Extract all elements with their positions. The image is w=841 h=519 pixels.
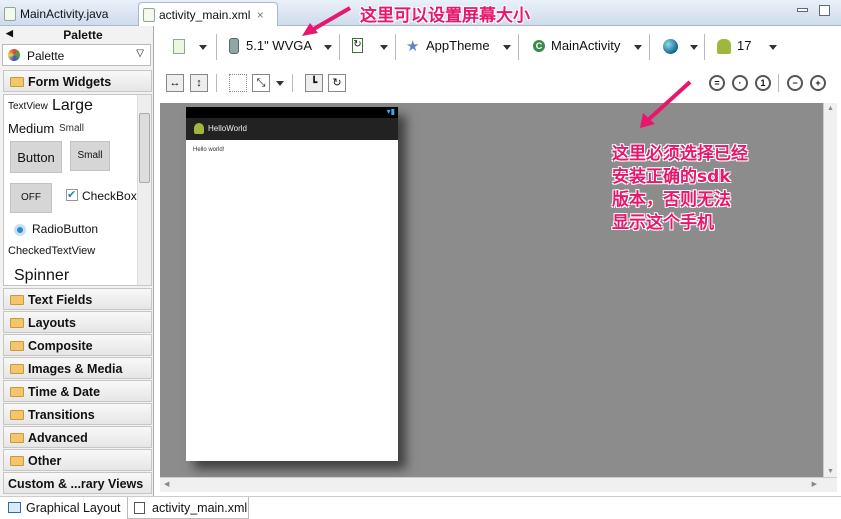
annotation-line: 显示这个手机: [612, 213, 714, 233]
annotation-line: 这里必须选择已经: [612, 144, 748, 164]
annotation-sdk-note: 这里必须选择已经 安装正确的sdk 版本，否则无法 显示这个手机: [612, 143, 748, 235]
annotation-line: 安装正确的sdk: [612, 167, 731, 187]
annotation-arrow-top: [310, 6, 352, 32]
annotation-screen-size: 这里可以设置屏幕大小: [360, 6, 530, 26]
annotation-line: 版本，否则无法: [612, 190, 731, 210]
annotation-arrows: [302, 6, 692, 128]
annotation-arrow-right: [646, 80, 692, 122]
